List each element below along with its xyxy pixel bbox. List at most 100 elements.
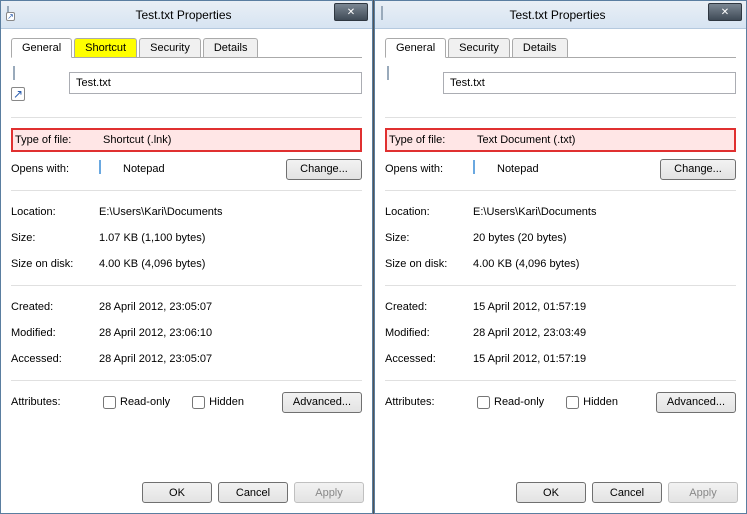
created-value: 28 April 2012, 23:05:07 (99, 301, 362, 313)
location-value: E:\Users\Kari\Documents (473, 206, 736, 218)
attributes-label: Attributes: (11, 396, 99, 408)
properties-window: Test.txt Properties ✕ General Security D… (374, 0, 747, 514)
change-button[interactable]: Change... (286, 159, 362, 180)
readonly-input[interactable] (477, 396, 490, 409)
hidden-label: Hidden (209, 396, 244, 408)
created-label: Created: (11, 301, 99, 313)
client-area: General Security Details Type of file: T… (375, 29, 746, 472)
readonly-checkbox[interactable]: Read-only (473, 393, 544, 412)
separator (11, 380, 362, 381)
tab-shortcut[interactable]: Shortcut (74, 38, 137, 57)
modified-label: Modified: (11, 327, 99, 339)
type-of-file-label: Type of file: (15, 134, 103, 146)
titlebar[interactable]: ↗ Test.txt Properties ✕ (1, 1, 372, 29)
file-row: ↗ (11, 67, 362, 99)
type-of-file-label: Type of file: (389, 134, 477, 146)
tab-strip: General Shortcut Security Details (11, 38, 362, 58)
titlebar[interactable]: Test.txt Properties ✕ (375, 1, 746, 29)
created-label: Created: (385, 301, 473, 313)
close-button[interactable]: ✕ (334, 3, 368, 21)
tab-security[interactable]: Security (448, 38, 510, 57)
accessed-label: Accessed: (385, 353, 473, 365)
tab-general[interactable]: General (385, 38, 446, 58)
hidden-checkbox[interactable]: Hidden (562, 393, 618, 412)
tab-details[interactable]: Details (512, 38, 568, 57)
accessed-value: 15 April 2012, 01:57:19 (473, 353, 736, 365)
accessed-value: 28 April 2012, 23:05:07 (99, 353, 362, 365)
tab-security[interactable]: Security (139, 38, 201, 57)
advanced-button[interactable]: Advanced... (656, 392, 736, 413)
modified-row: Modified: 28 April 2012, 23:06:10 (11, 322, 362, 344)
size-on-disk-label: Size on disk: (11, 258, 99, 270)
opens-with-label: Opens with: (385, 163, 473, 175)
tab-general[interactable]: General (11, 38, 72, 58)
size-label: Size: (385, 232, 473, 244)
properties-window: ↗ Test.txt Properties ✕ General Shortcut… (0, 0, 373, 514)
size-label: Size: (11, 232, 99, 244)
separator (385, 117, 736, 118)
created-row: Created: 15 April 2012, 01:57:19 (385, 296, 736, 318)
apply-button[interactable]: Apply (668, 482, 738, 503)
accessed-row: Accessed: 15 April 2012, 01:57:19 (385, 348, 736, 370)
opens-with-value: Notepad (497, 163, 539, 175)
attributes-label: Attributes: (385, 396, 473, 408)
accessed-row: Accessed: 28 April 2012, 23:05:07 (11, 348, 362, 370)
hidden-input[interactable] (566, 396, 579, 409)
dialog-buttons: OK Cancel Apply (1, 472, 372, 513)
notepad-icon (473, 161, 489, 177)
size-value: 20 bytes (20 bytes) (473, 232, 736, 244)
location-value: E:\Users\Kari\Documents (99, 206, 362, 218)
opens-with-value: Notepad (123, 163, 165, 175)
location-row: Location: E:\Users\Kari\Documents (385, 201, 736, 223)
created-value: 15 April 2012, 01:57:19 (473, 301, 736, 313)
readonly-checkbox[interactable]: Read-only (99, 393, 170, 412)
size-on-disk-value: 4.00 KB (4,096 bytes) (473, 258, 736, 270)
type-of-file-row: Type of file: Shortcut (.lnk) (11, 128, 362, 152)
shortcut-overlay-icon: ↗ (11, 87, 25, 101)
size-row: Size: 20 bytes (20 bytes) (385, 227, 736, 249)
dialog-buttons: OK Cancel Apply (375, 472, 746, 513)
hidden-input[interactable] (192, 396, 205, 409)
filename-input[interactable] (443, 72, 736, 94)
separator (385, 190, 736, 191)
ok-button[interactable]: OK (516, 482, 586, 503)
type-of-file-row: Type of file: Text Document (.txt) (385, 128, 736, 152)
modified-value: 28 April 2012, 23:06:10 (99, 327, 362, 339)
accessed-label: Accessed: (11, 353, 99, 365)
opens-with-row: Opens with: Notepad Change... (385, 158, 736, 180)
type-of-file-value: Text Document (.txt) (477, 134, 732, 146)
client-area: General Shortcut Security Details ↗ Type… (1, 29, 372, 472)
separator (11, 285, 362, 286)
change-button[interactable]: Change... (660, 159, 736, 180)
readonly-input[interactable] (103, 396, 116, 409)
modified-label: Modified: (385, 327, 473, 339)
type-of-file-value: Shortcut (.lnk) (103, 134, 358, 146)
location-row: Location: E:\Users\Kari\Documents (11, 201, 362, 223)
cancel-button[interactable]: Cancel (218, 482, 288, 503)
cancel-button[interactable]: Cancel (592, 482, 662, 503)
window-title: Test.txt Properties (0, 8, 372, 22)
filename-input[interactable] (69, 72, 362, 94)
opens-with-label: Opens with: (11, 163, 99, 175)
separator (385, 380, 736, 381)
window-title: Test.txt Properties (369, 8, 746, 22)
file-icon (387, 67, 419, 99)
file-row (385, 67, 736, 99)
attributes-row: Attributes: Read-only Hidden Advanced... (11, 391, 362, 413)
size-on-disk-row: Size on disk: 4.00 KB (4,096 bytes) (11, 253, 362, 275)
ok-button[interactable]: OK (142, 482, 212, 503)
opens-with-row: Opens with: Notepad Change... (11, 158, 362, 180)
readonly-label: Read-only (494, 396, 544, 408)
notepad-icon (99, 161, 115, 177)
tab-details[interactable]: Details (203, 38, 259, 57)
created-row: Created: 28 April 2012, 23:05:07 (11, 296, 362, 318)
close-button[interactable]: ✕ (708, 3, 742, 21)
modified-row: Modified: 28 April 2012, 23:03:49 (385, 322, 736, 344)
separator (385, 285, 736, 286)
hidden-checkbox[interactable]: Hidden (188, 393, 244, 412)
advanced-button[interactable]: Advanced... (282, 392, 362, 413)
tab-strip: General Security Details (385, 38, 736, 58)
apply-button[interactable]: Apply (294, 482, 364, 503)
file-icon: ↗ (13, 67, 45, 99)
separator (11, 117, 362, 118)
